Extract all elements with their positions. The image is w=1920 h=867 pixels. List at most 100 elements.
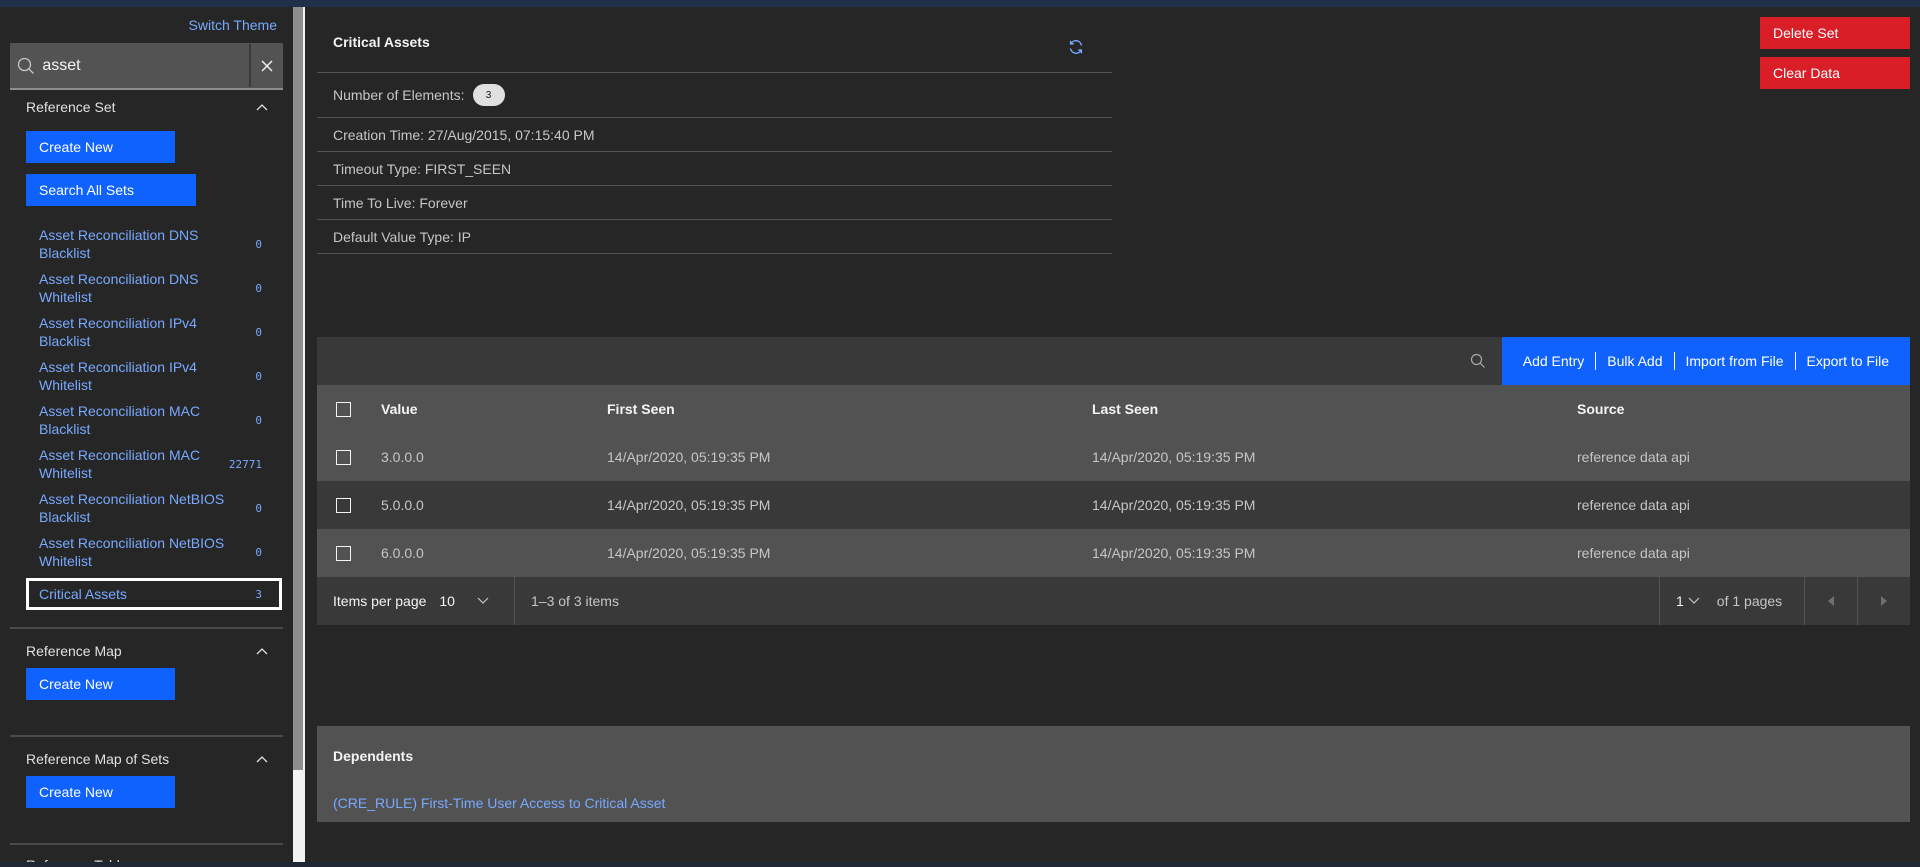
items-per-page: Items per page 10	[317, 577, 515, 625]
chevron-up-icon	[256, 648, 268, 655]
list-item[interactable]: Asset Reconciliation NetBIOS Blacklist 0	[26, 486, 282, 530]
bottom-strip	[0, 862, 1920, 867]
table-toolbar: Add Entry Bulk Add Import from File Expo…	[317, 337, 1910, 385]
section-divider	[10, 735, 283, 737]
cell-first-seen: 14/Apr/2020, 05:19:35 PM	[607, 545, 771, 561]
chevron-down-icon[interactable]	[477, 597, 489, 605]
section-reference-set-header[interactable]: Reference Set	[26, 97, 276, 117]
list-item[interactable]: Asset Reconciliation MAC Whitelist 22771	[26, 442, 282, 486]
create-new-map-of-sets-button[interactable]: Create New	[26, 776, 175, 808]
items-per-page-select[interactable]: 10	[439, 593, 455, 609]
section-divider	[10, 843, 283, 845]
delete-set-button[interactable]: Delete Set	[1760, 17, 1910, 49]
dependent-link[interactable]: (CRE_RULE) First-Time User Access to Cri…	[333, 795, 1894, 811]
page-number-select[interactable]: 1	[1676, 593, 1684, 609]
previous-page-button[interactable]	[1804, 577, 1857, 625]
import-from-file-button[interactable]: Import from File	[1675, 353, 1795, 369]
switch-theme-link[interactable]: Switch Theme	[189, 17, 277, 33]
count-badge: 0	[255, 545, 262, 559]
search-icon	[1470, 353, 1485, 368]
refresh-icon	[1069, 40, 1083, 54]
sidebar: Switch Theme Reference Set Create New Se…	[0, 7, 293, 867]
page-select: 1 of 1 pages	[1659, 577, 1804, 625]
timeout-type-row: Timeout Type: FIRST_SEEN	[317, 152, 1112, 186]
search-box	[10, 43, 283, 90]
next-page-button[interactable]	[1857, 577, 1910, 625]
search-input[interactable]	[42, 43, 250, 88]
item-range: 1–3 of 3 items	[531, 593, 619, 609]
cell-first-seen: 14/Apr/2020, 05:19:35 PM	[607, 449, 771, 465]
section-reference-map-header[interactable]: Reference Map	[26, 641, 276, 661]
list-item[interactable]: Asset Reconciliation NetBIOS Whitelist 0	[26, 530, 282, 574]
section-title: Reference Map of Sets	[26, 751, 170, 767]
refresh-button[interactable]	[1068, 39, 1084, 58]
set-details: Critical Assets Number of Elements: 3 Cr…	[317, 7, 1112, 254]
data-table: Value First Seen Last Seen Source 3.0.0.…	[317, 385, 1910, 577]
row-checkbox[interactable]	[336, 450, 351, 466]
list-item[interactable]: Asset Reconciliation MAC Blacklist 0	[26, 398, 282, 442]
entries-table: Add Entry Bulk Add Import from File Expo…	[317, 337, 1910, 625]
create-new-map-button[interactable]: Create New	[26, 668, 175, 700]
list-item[interactable]: Asset Reconciliation IPv4 Blacklist 0	[26, 310, 282, 354]
section-title: Reference Set	[26, 99, 116, 115]
chevron-up-icon	[256, 756, 268, 763]
bulk-add-button[interactable]: Bulk Add	[1596, 353, 1673, 369]
count-badge: 0	[255, 369, 262, 383]
count-badge: 0	[255, 501, 262, 515]
list-item[interactable]: Asset Reconciliation DNS Blacklist 0	[26, 222, 282, 266]
cell-source: reference data api	[1577, 545, 1690, 561]
search-all-sets-button[interactable]: Search All Sets	[26, 174, 196, 206]
cell-source: reference data api	[1577, 449, 1690, 465]
count-badge: 3	[255, 587, 262, 601]
table-header-row: Value First Seen Last Seen Source	[317, 385, 1910, 433]
create-new-set-button[interactable]: Create New	[26, 131, 175, 163]
table-row: 3.0.0.0 14/Apr/2020, 05:19:35 PM 14/Apr/…	[317, 433, 1910, 481]
dependents-panel: Dependents (CRE_RULE) First-Time User Ac…	[317, 726, 1910, 822]
count-badge: 0	[255, 281, 262, 295]
section-divider	[10, 627, 283, 629]
cell-value: 3.0.0.0	[381, 449, 424, 465]
section-title: Reference Map	[26, 643, 122, 659]
number-of-elements-row: Number of Elements: 3	[317, 73, 1112, 118]
sidebar-scrollbar[interactable]	[293, 7, 305, 867]
table-search-button[interactable]	[1454, 337, 1502, 385]
table-row: 5.0.0.0 14/Apr/2020, 05:19:35 PM 14/Apr/…	[317, 481, 1910, 529]
count-badge: 0	[255, 413, 262, 427]
chevron-up-icon	[256, 104, 268, 111]
cell-value: 6.0.0.0	[381, 545, 424, 561]
creation-time-row: Creation Time: 27/Aug/2015, 07:15:40 PM	[317, 118, 1112, 152]
table-row: 6.0.0.0 14/Apr/2020, 05:19:35 PM 14/Apr/…	[317, 529, 1910, 577]
main-panel: Critical Assets Number of Elements: 3 Cr…	[305, 7, 1920, 867]
set-title: Critical Assets	[317, 7, 1112, 73]
cell-last-seen: 14/Apr/2020, 05:19:35 PM	[1092, 497, 1256, 513]
chevron-down-icon[interactable]	[1688, 597, 1700, 605]
cell-last-seen: 14/Apr/2020, 05:19:35 PM	[1092, 545, 1256, 561]
list-item-selected[interactable]: Critical Assets 3	[26, 578, 282, 610]
count-badge: 0	[255, 325, 262, 339]
count-badge: 22771	[228, 457, 263, 471]
column-header-source[interactable]: Source	[1577, 385, 1910, 433]
count-badge: 0	[255, 237, 262, 251]
caret-left-icon	[1828, 596, 1834, 606]
search-icon	[10, 57, 42, 75]
table-actions: Add Entry Bulk Add Import from File Expo…	[1501, 337, 1910, 385]
select-all-checkbox[interactable]	[336, 402, 351, 418]
clear-data-button[interactable]: Clear Data	[1760, 57, 1910, 89]
dependents-title: Dependents	[333, 748, 414, 764]
column-header-value[interactable]: Value	[381, 385, 607, 433]
section-reference-map-of-sets-header[interactable]: Reference Map of Sets	[26, 749, 276, 769]
row-checkbox[interactable]	[336, 498, 351, 514]
reference-set-list: Asset Reconciliation DNS Blacklist 0 Asse…	[26, 222, 282, 610]
export-to-file-button[interactable]: Export to File	[1796, 353, 1900, 369]
cell-last-seen: 14/Apr/2020, 05:19:35 PM	[1092, 449, 1256, 465]
list-item[interactable]: Asset Reconciliation DNS Whitelist 0	[26, 266, 282, 310]
scrollbar-thumb[interactable]	[293, 7, 303, 770]
add-entry-button[interactable]: Add Entry	[1512, 353, 1595, 369]
column-header-first-seen[interactable]: First Seen	[607, 385, 1092, 433]
cell-source: reference data api	[1577, 497, 1690, 513]
default-value-type-row: Default Value Type: IP	[317, 220, 1112, 254]
list-item[interactable]: Asset Reconciliation IPv4 Whitelist 0	[26, 354, 282, 398]
column-header-last-seen[interactable]: Last Seen	[1092, 385, 1577, 433]
row-checkbox[interactable]	[336, 546, 351, 562]
clear-search-button[interactable]	[249, 44, 283, 87]
